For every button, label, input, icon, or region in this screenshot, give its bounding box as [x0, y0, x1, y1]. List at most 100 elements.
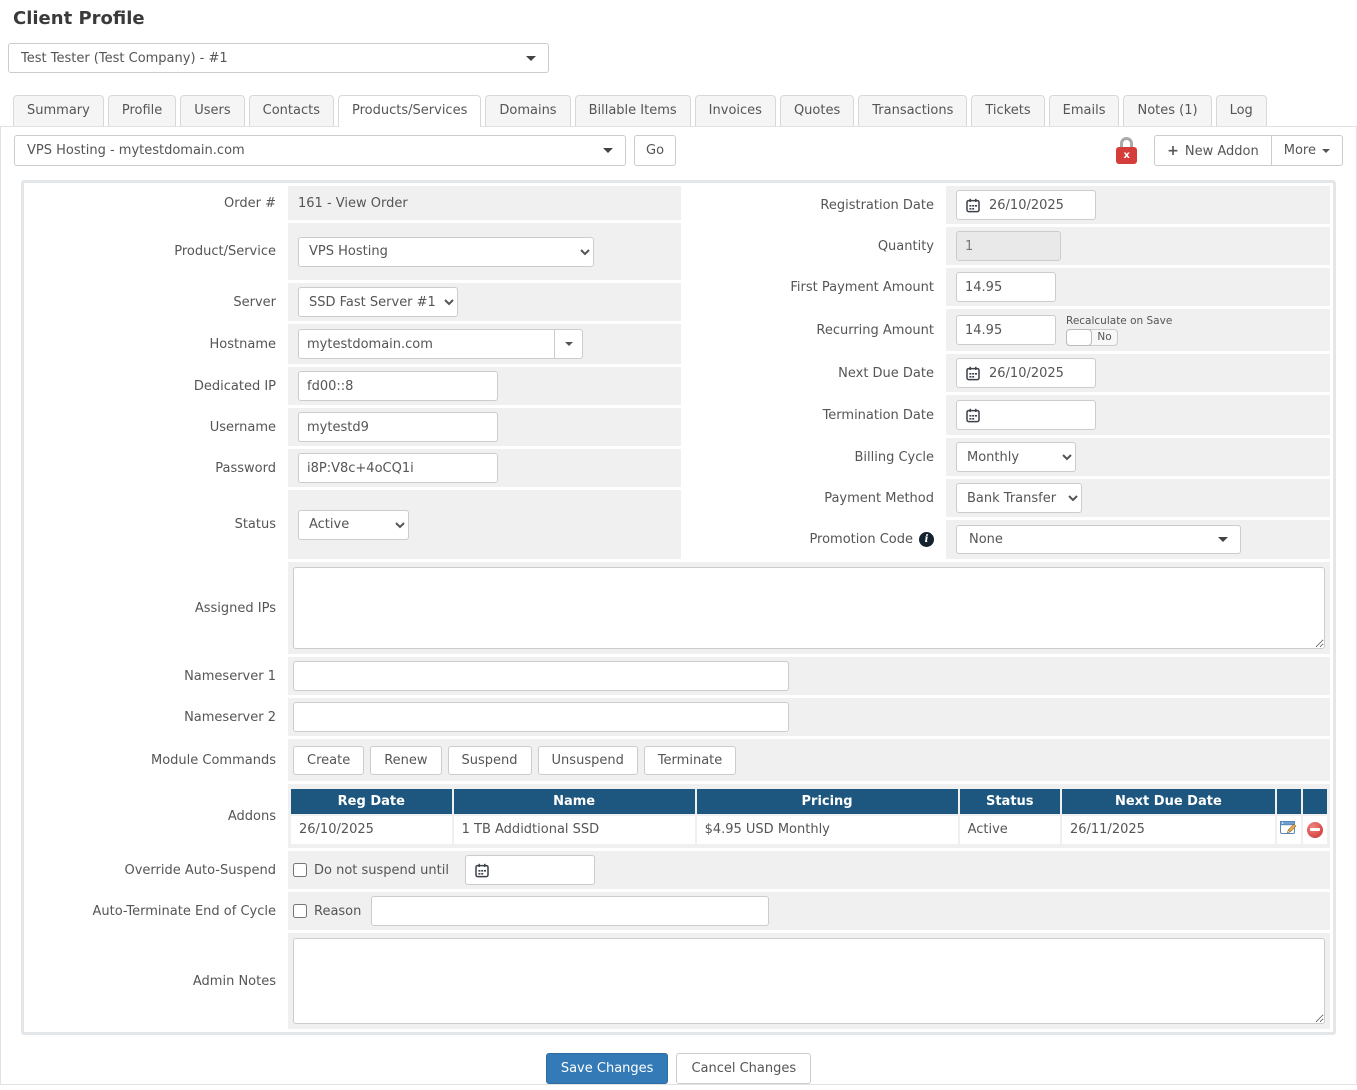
module-renew-button[interactable]: Renew [370, 746, 441, 775]
next-due-date-input[interactable]: 26/10/2025 [956, 358, 1096, 388]
plus-icon: + [1167, 143, 1179, 159]
addon-status: Active [960, 816, 1060, 844]
client-selector-dropdown[interactable]: Test Tester (Test Company) - #1 [8, 43, 549, 73]
billing-cycle-select[interactable]: Monthly [956, 442, 1076, 472]
addons-col-status: Status [960, 789, 1060, 814]
order-label: Order # [27, 186, 288, 220]
tab-users[interactable]: Users [180, 95, 244, 126]
assigned-ips-textarea[interactable] [293, 567, 1325, 649]
info-icon[interactable]: i [919, 532, 934, 547]
nameserver2-input[interactable] [293, 702, 789, 732]
tab-domains[interactable]: Domains [485, 95, 570, 126]
edit-addon-icon[interactable] [1280, 820, 1297, 840]
next-due-date-label: Next Due Date [684, 354, 946, 392]
tab-emails[interactable]: Emails [1049, 95, 1120, 126]
addon-row: 26/10/2025 1 TB Addidtional SSD $4.95 US… [291, 816, 1327, 844]
form-row-assigned-ips: Assigned IPs [27, 562, 1330, 654]
tab-profile[interactable]: Profile [108, 95, 176, 126]
form-row-first-payment-amount: First Payment Amount [684, 268, 1330, 306]
delete-addon-icon[interactable] [1307, 822, 1323, 838]
form-row-recurring-amount: Recurring Amount Recalculate on Save No [684, 309, 1330, 351]
override-auto-suspend-label: Override Auto-Suspend [27, 851, 288, 889]
tab-contacts[interactable]: Contacts [249, 95, 334, 126]
form-row-next-due-date: Next Due Date 26/10/2025 [684, 354, 1330, 392]
addon-reg-date: 26/10/2025 [291, 816, 452, 844]
tab-log[interactable]: Log [1216, 95, 1267, 126]
assigned-ips-label: Assigned IPs [27, 562, 288, 654]
tab-quotes[interactable]: Quotes [780, 95, 854, 126]
form-row-username: Username [27, 408, 681, 446]
tab-invoices[interactable]: Invoices [695, 95, 776, 126]
username-input[interactable] [298, 412, 498, 442]
service-selector-dropdown[interactable]: VPS Hosting - mytestdomain.com [14, 135, 626, 166]
tab-summary[interactable]: Summary [13, 95, 104, 126]
save-changes-button[interactable]: Save Changes [546, 1053, 669, 1084]
auto-terminate-label: Auto-Terminate End of Cycle [27, 892, 288, 930]
product-service-select[interactable]: VPS Hosting [298, 237, 594, 267]
product-service-label: Product/Service [27, 223, 288, 280]
do-not-suspend-label: Do not suspend until [314, 863, 449, 878]
cancel-changes-button[interactable]: Cancel Changes [676, 1053, 811, 1084]
module-unsuspend-button[interactable]: Unsuspend [538, 746, 638, 775]
tab-products-services[interactable]: Products/Services [338, 95, 481, 127]
addon-next-due-date: 26/11/2025 [1062, 816, 1275, 844]
tab-tickets[interactable]: Tickets [971, 95, 1044, 126]
server-label: Server [27, 283, 288, 321]
chevron-down-icon [1218, 537, 1228, 542]
addons-col-next-due-date: Next Due Date [1062, 789, 1275, 814]
chevron-down-icon [1322, 149, 1330, 153]
quantity-label: Quantity [684, 227, 946, 265]
go-button[interactable]: Go [634, 135, 676, 166]
ssl-lock-error-icon[interactable]: x [1116, 137, 1138, 164]
form-row-promotion-code: Promotion Code i None [684, 520, 1330, 559]
registration-date-input[interactable]: 26/10/2025 [956, 190, 1096, 220]
admin-notes-textarea[interactable] [293, 938, 1325, 1024]
auto-terminate-reason-input[interactable] [371, 896, 769, 926]
view-order-link[interactable]: View Order [336, 196, 408, 211]
status-select[interactable]: Active [298, 510, 409, 540]
quantity-input [956, 231, 1061, 261]
hostname-input[interactable] [298, 329, 555, 359]
page-title: Client Profile [13, 8, 1357, 29]
more-button[interactable]: More [1272, 135, 1343, 166]
form-row-quantity: Quantity [684, 227, 1330, 265]
calendar-icon [475, 863, 489, 878]
termination-date-input[interactable] [956, 400, 1096, 430]
recurring-amount-input[interactable] [956, 315, 1056, 345]
new-addon-button[interactable]: +New Addon [1154, 135, 1272, 166]
suspend-until-date-input[interactable] [465, 855, 595, 885]
password-input[interactable] [298, 453, 498, 483]
nameserver1-input[interactable] [293, 661, 789, 691]
tab-transactions[interactable]: Transactions [858, 95, 967, 126]
server-select[interactable]: SSD Fast Server #1 [298, 287, 458, 317]
auto-terminate-checkbox[interactable] [293, 904, 307, 918]
tab-notes[interactable]: Notes (1) [1123, 95, 1211, 126]
hostname-dropdown-toggle[interactable] [555, 329, 583, 359]
auto-terminate-reason-label: Reason [314, 904, 361, 919]
form-row-addons: Addons Reg Date Name Pricing Status Next… [27, 784, 1330, 848]
payment-method-select[interactable]: Bank Transfer [956, 483, 1082, 513]
module-terminate-button[interactable]: Terminate [644, 746, 736, 775]
form-row-status: Status Active [27, 490, 681, 559]
username-label: Username [27, 408, 288, 446]
recurring-amount-label: Recurring Amount [684, 309, 946, 351]
form-row-admin-notes: Admin Notes [27, 933, 1330, 1029]
calendar-icon [966, 198, 980, 213]
termination-date-label: Termination Date [684, 395, 946, 435]
first-payment-amount-input[interactable] [956, 272, 1056, 302]
form-row-auto-terminate: Auto-Terminate End of Cycle Reason [27, 892, 1330, 930]
promotion-code-label: Promotion Code i [684, 520, 946, 559]
module-create-button[interactable]: Create [293, 746, 364, 775]
recalculate-toggle[interactable]: No [1066, 329, 1118, 346]
module-suspend-button[interactable]: Suspend [448, 746, 532, 775]
service-toolbar: VPS Hosting - mytestdomain.com Go x +New… [1, 127, 1356, 175]
do-not-suspend-checkbox[interactable] [293, 863, 307, 877]
tab-billable-items[interactable]: Billable Items [575, 95, 691, 126]
form-row-payment-method: Payment Method Bank Transfer [684, 479, 1330, 517]
chevron-down-icon [565, 342, 573, 346]
promotion-code-dropdown[interactable]: None [956, 525, 1241, 554]
password-label: Password [27, 449, 288, 487]
form-row-nameserver1: Nameserver 1 [27, 657, 1330, 695]
dedicated-ip-input[interactable] [298, 371, 498, 401]
form-actions: Save Changes Cancel Changes [1, 1053, 1356, 1084]
